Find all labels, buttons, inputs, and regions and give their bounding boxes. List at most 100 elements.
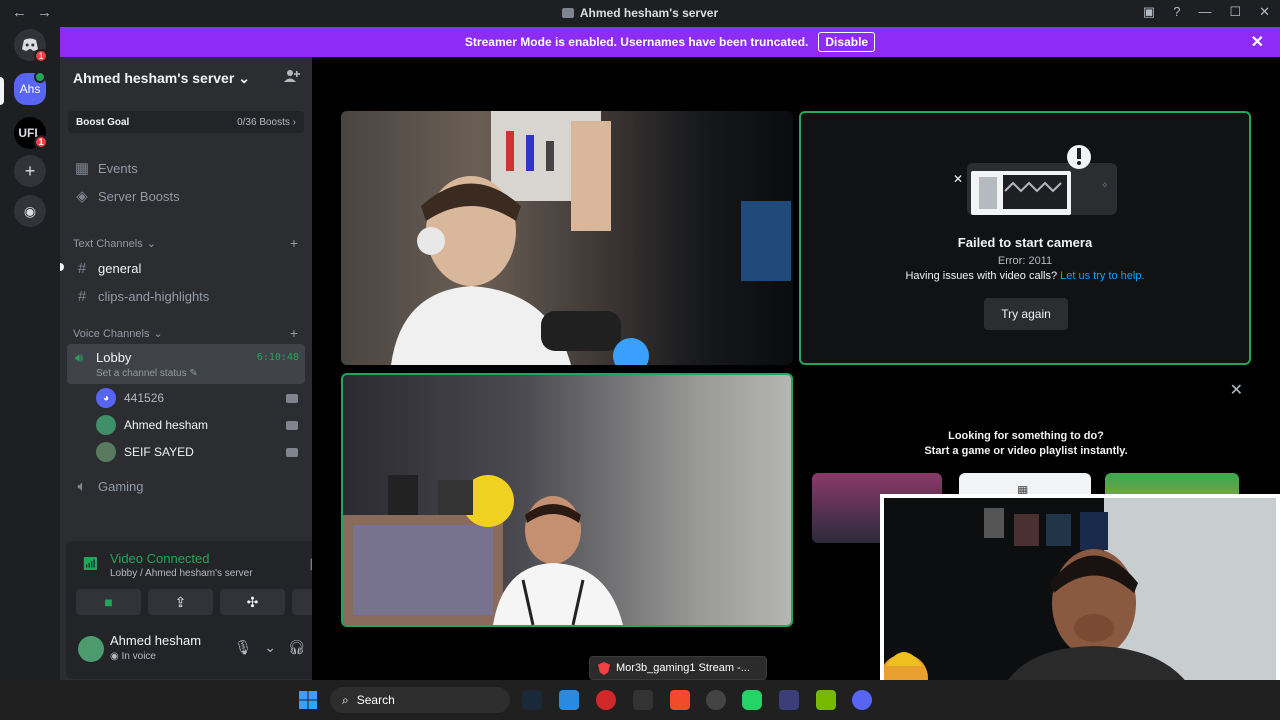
brave-icon — [598, 662, 610, 675]
channel-clips-label: clips-and-highlights — [98, 288, 210, 304]
channel-clips[interactable]: # clips-and-highlights — [68, 283, 304, 309]
vscode-icon[interactable] — [559, 690, 579, 710]
lobby-name: Lobby — [96, 350, 132, 365]
voice-user[interactable]: Ahmed hesham — [96, 413, 304, 437]
tooltip-text: Mor3b_gaming1 Stream -... — [616, 662, 750, 674]
streamer-mode-banner: Streamer Mode is enabled. Usernames have… — [60, 27, 1280, 57]
voice-channels-category[interactable]: Voice Channels ⌄ — [73, 327, 163, 341]
boost-goal-bar[interactable]: Boost Goal 0/36 Boosts › — [68, 111, 304, 133]
windows-start-icon[interactable] — [298, 690, 318, 710]
avatar[interactable] — [78, 636, 104, 662]
taskbar-search[interactable]: ⌕ Search — [330, 687, 510, 713]
voice-category-label: Voice Channels — [73, 327, 150, 340]
server-ahs-label: Ahs — [19, 82, 41, 96]
server-ufl[interactable]: UFL 1 — [14, 117, 48, 149]
inbox-icon[interactable]: ▣ — [1143, 4, 1155, 20]
try-again-button[interactable]: Try again — [984, 298, 1068, 330]
app-red-icon[interactable] — [596, 690, 616, 710]
error-title: Failed to start camera — [957, 235, 1093, 250]
camera-button[interactable]: ■ — [76, 589, 141, 615]
user-status: ◉ In voice — [110, 651, 156, 662]
camera-icon — [286, 420, 298, 430]
camera-icon — [286, 393, 298, 403]
hashtag-icon: # — [77, 287, 87, 305]
channel-general[interactable]: # general — [68, 255, 304, 281]
headphones-icon[interactable]: 🎧︎ — [288, 639, 306, 656]
ufl-badge: 1 — [34, 135, 48, 149]
window-title: Ahmed hesham's server — [0, 6, 1280, 20]
video-connected-title[interactable]: Video Connected — [110, 551, 210, 566]
video-frame — [343, 475, 623, 625]
epic-games-icon[interactable] — [633, 690, 653, 710]
banner-close-icon[interactable]: ✕ — [1251, 32, 1264, 52]
voice-user-name: 441526 — [124, 391, 165, 405]
chevron-down-icon: ⌄ — [153, 328, 163, 340]
minimize-icon[interactable]: — — [1198, 4, 1211, 20]
help-icon[interactable]: ? — [1173, 4, 1180, 20]
avatar: ◕ — [96, 388, 116, 408]
server-boosts-label: Server Boosts — [98, 188, 180, 204]
activity-button[interactable]: ✣ — [220, 589, 285, 615]
selected-server-pill — [0, 77, 4, 105]
voice-user[interactable]: SEIF SAYED — [96, 440, 304, 464]
discord-home-icon[interactable]: 1 — [14, 29, 48, 63]
channel-general-label: general — [98, 260, 142, 276]
chevron-down-icon: ⌄ — [238, 70, 250, 86]
text-channels-category[interactable]: Text Channels ⌄ — [73, 237, 156, 251]
hashtag-icon: # — [77, 259, 87, 277]
brave-browser-icon[interactable] — [670, 690, 690, 710]
add-server-icon[interactable]: + — [14, 155, 46, 187]
activity-heading: Looking for something to do? — [948, 430, 1104, 442]
set-channel-status[interactable]: Set a channel status ✎ — [96, 368, 198, 379]
speaker-icon: 🔈︎ — [77, 477, 87, 495]
search-label: Search — [356, 693, 395, 707]
voice-timer: 6:10:48 — [256, 352, 299, 363]
channel-sidebar: Ahmed hesham's server ⌄ Boost Goal 0/36 … — [60, 57, 366, 680]
whatsapp-icon[interactable] — [742, 690, 762, 710]
voice-channel-lobby[interactable]: 🔊︎ Lobby Set a channel status ✎ 6:10:48 — [67, 344, 305, 384]
voice-user[interactable]: ◕ 441526 — [96, 386, 304, 410]
voice-user-name: SEIF SAYED — [124, 445, 194, 459]
mic-icon[interactable]: 🎙︎ — [234, 639, 252, 656]
disable-button[interactable]: Disable — [818, 32, 876, 52]
add-voice-channel-icon[interactable]: + — [290, 325, 298, 341]
obs-icon[interactable] — [706, 690, 726, 710]
user-status-text: In voice — [121, 651, 156, 662]
add-text-channel-icon[interactable]: + — [290, 235, 298, 251]
server-boosts-item[interactable]: ◈ Server Boosts — [68, 183, 304, 209]
server-ahs[interactable]: Ahs — [14, 71, 46, 105]
nvidia-icon[interactable] — [816, 690, 836, 710]
voice-channel-gaming[interactable]: 🔈︎ Gaming — [68, 473, 304, 499]
discover-icon[interactable]: ◉ — [14, 195, 46, 227]
error-code: Error: 2011 — [997, 255, 1053, 267]
close-icon[interactable]: ✕ — [1230, 380, 1243, 400]
video-tile-user-2[interactable] — [341, 373, 793, 627]
screen-share-button[interactable]: ⇪ — [148, 589, 213, 615]
events-item[interactable]: ▦ Events — [68, 155, 304, 181]
voice-location[interactable]: Lobby / Ahmed hesham's server — [110, 568, 253, 579]
svg-text:✕: ✕ — [953, 172, 963, 186]
banner-text: Streamer Mode is enabled. Usernames have… — [464, 35, 809, 49]
window-controls: ▣ ? — ☐ ✕ — [1143, 4, 1270, 20]
maximize-icon[interactable]: ☐ — [1229, 4, 1241, 20]
speaker-icon: 🔊︎ — [75, 350, 84, 365]
help-link[interactable]: Let us try to help. — [1060, 270, 1144, 282]
taskbar-preview-tooltip[interactable]: Mor3b_gaming1 Stream -... — [589, 656, 767, 680]
svg-text:✧: ✧ — [1101, 181, 1109, 191]
window-title-text: Ahmed hesham's server — [579, 6, 719, 20]
title-bar: ← → Ahmed hesham's server ▣ ? — ☐ ✕ — [0, 0, 1280, 27]
avatar — [96, 442, 116, 462]
invite-people-icon[interactable] — [284, 69, 300, 86]
broken-camera-illustration: ✕ ✧ — [953, 145, 1117, 215]
activity-subheading: Start a game or video playlist instantly… — [924, 445, 1128, 457]
close-window-icon[interactable]: ✕ — [1259, 4, 1270, 20]
steam-icon[interactable] — [522, 690, 542, 710]
boost-goal-label: Boost Goal — [76, 116, 130, 128]
server-header[interactable]: Ahmed hesham's server ⌄ — [73, 70, 250, 87]
video-tile-user-1[interactable] — [341, 111, 793, 365]
app-icon[interactable] — [779, 690, 799, 710]
discord-taskbar-icon[interactable] — [852, 690, 872, 710]
chevron-down-icon[interactable]: ⌄ — [264, 639, 276, 656]
windows-taskbar: ⌕ Search — [0, 680, 1280, 720]
server-name: Ahmed hesham's server — [73, 70, 235, 86]
